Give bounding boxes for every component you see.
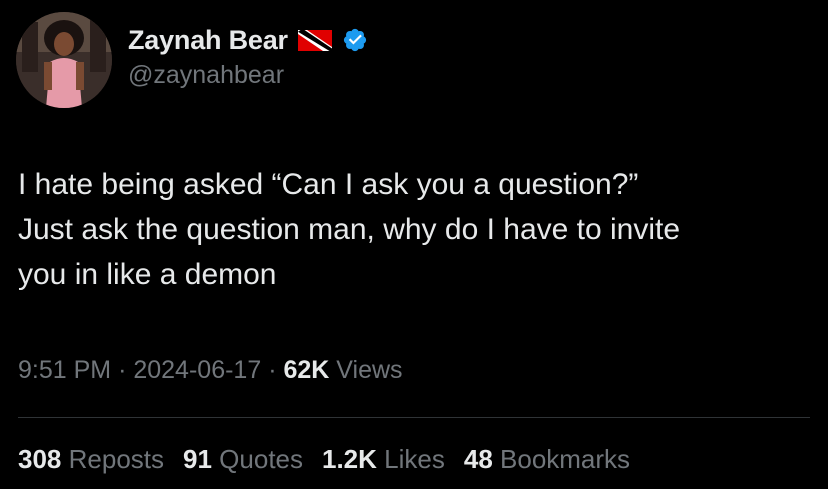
meta-separator: · — [268, 356, 277, 384]
bookmarks-stat[interactable]: 48 Bookmarks — [464, 444, 630, 475]
user-names: Zaynah Bear @zaynahbear — [128, 22, 368, 90]
tweet-header: Zaynah Bear @zaynahbear — [16, 12, 368, 108]
trinidad-and-tobago-flag-icon — [297, 29, 332, 51]
views-label: Views — [336, 356, 403, 384]
tweet-time[interactable]: 9:51 PM — [18, 356, 111, 384]
bookmarks-label: Bookmarks — [500, 444, 631, 474]
avatar[interactable] — [16, 12, 112, 108]
reposts-count: 308 — [18, 444, 62, 474]
likes-count: 1.2K — [322, 444, 377, 474]
verified-badge-icon[interactable] — [342, 27, 368, 53]
views-count: 62K — [283, 356, 330, 384]
tweet-date[interactable]: 2024-06-17 — [133, 356, 261, 384]
display-name[interactable]: Zaynah Bear — [128, 25, 288, 56]
tweet-text: I hate being asked “Can I ask you a ques… — [18, 168, 681, 291]
reposts-label: Reposts — [68, 444, 165, 474]
engagement-stats: 308 Reposts 91 Quotes 1.2K Likes 48 Book… — [18, 444, 649, 475]
quotes-stat[interactable]: 91 Quotes — [183, 444, 303, 475]
reposts-stat[interactable]: 308 Reposts — [18, 444, 164, 475]
meta-separator: · — [118, 356, 127, 384]
user-handle[interactable]: @zaynahbear — [128, 61, 368, 90]
likes-label: Likes — [384, 444, 445, 474]
tweet-meta: 9:51 PM · 2024-06-17 · 62K Views — [18, 356, 403, 385]
quotes-label: Quotes — [219, 444, 303, 474]
quotes-count: 91 — [183, 444, 212, 474]
name-row: Zaynah Bear — [128, 22, 368, 58]
likes-stat[interactable]: 1.2K Likes — [322, 444, 445, 475]
divider — [18, 417, 810, 418]
bookmarks-count: 48 — [463, 444, 493, 474]
